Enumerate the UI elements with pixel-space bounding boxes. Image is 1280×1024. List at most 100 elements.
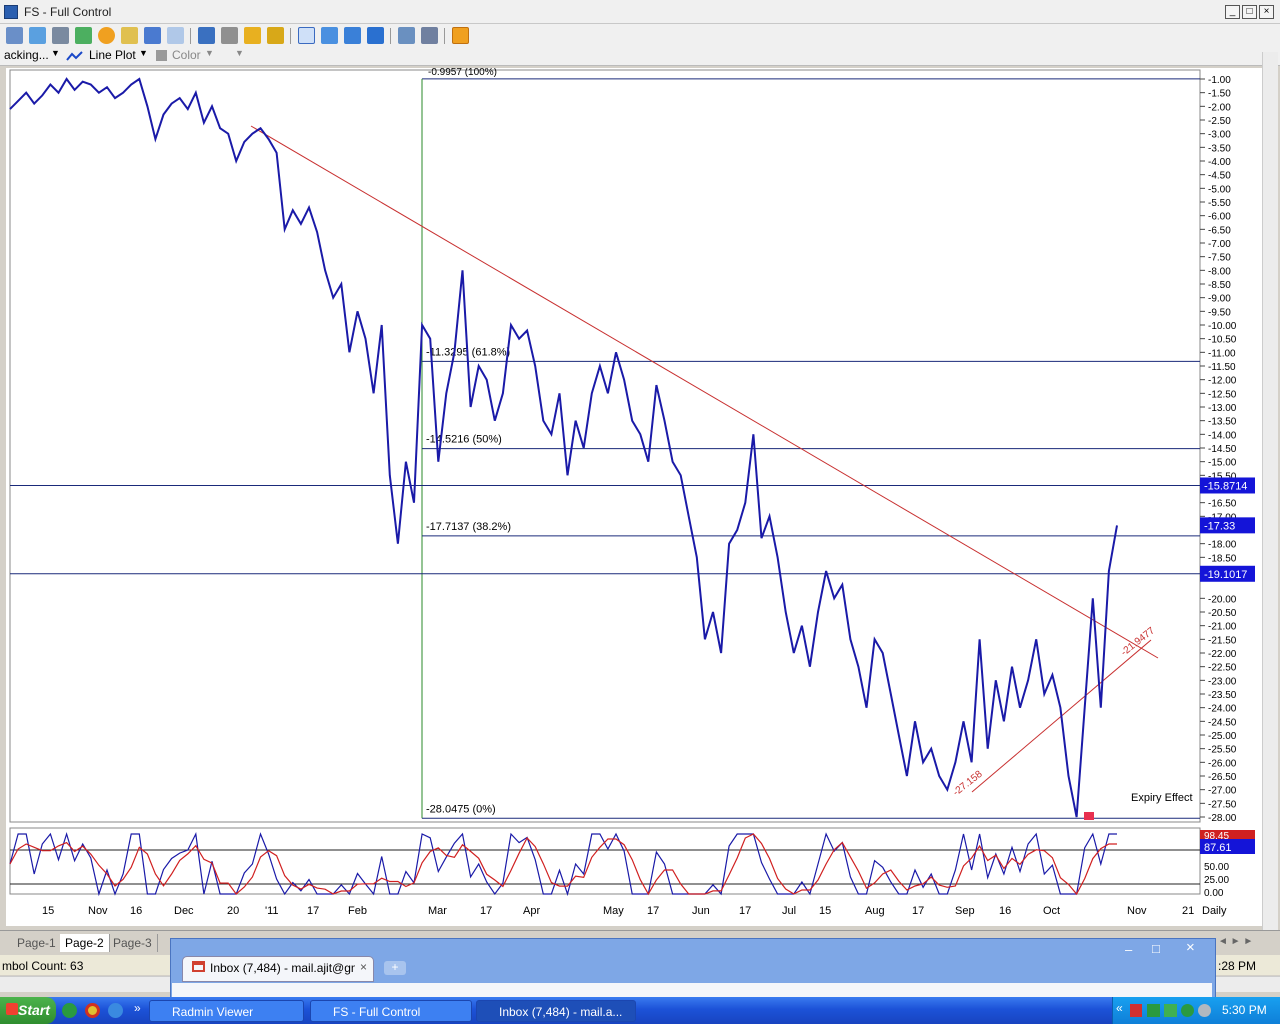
tab-page-1[interactable]: Page-1	[12, 934, 62, 952]
status-time: :28 PM	[1218, 959, 1257, 973]
price-tick-label: -14.50	[1208, 444, 1237, 455]
date-tick-label: Jul	[782, 905, 796, 917]
maximize-button[interactable]: □	[1242, 5, 1257, 19]
system-clock: 5:30 PM	[1222, 1003, 1267, 1017]
tray-expand-icon[interactable]: «	[1116, 1001, 1123, 1015]
price-tick-label: -2.00	[1208, 102, 1231, 113]
terminal-icon[interactable]	[52, 27, 69, 44]
browser-minimize-button[interactable]: –	[1125, 942, 1132, 957]
toolbar-separator	[290, 28, 291, 44]
cancel-icon[interactable]	[452, 27, 469, 44]
task-browser-inbox[interactable]: Inbox (7,484) - mail.a...	[476, 1000, 636, 1022]
price-badge-label: -15.8714	[1204, 480, 1247, 492]
price-tick-label: -25.00	[1208, 731, 1237, 742]
price-tick-label: -7.50	[1208, 253, 1231, 264]
chevron-down-icon[interactable]: ▼	[235, 48, 244, 58]
date-tick-label: May	[603, 905, 624, 917]
date-tick-label: Jun	[692, 905, 710, 917]
date-tick-label: 17	[480, 905, 492, 917]
task-fs-full-control[interactable]: FS - Full Control	[310, 1000, 472, 1022]
color-select[interactable]: Color	[172, 48, 201, 62]
panel-icon[interactable]	[344, 27, 361, 44]
price-tick-label: -8.50	[1208, 280, 1231, 291]
price-chart[interactable]: -0.9957 (100%)-11.3295 (61.8%)-14.5216 (…	[6, 67, 1264, 926]
fib-level-label: -17.7137 (38.2%)	[426, 521, 511, 533]
browser-close-button[interactable]: ×	[1186, 939, 1195, 956]
chrome-icon[interactable]	[85, 1003, 100, 1018]
toolbar-separator	[390, 28, 391, 44]
new-tab-button[interactable]: +	[384, 961, 406, 975]
price-tick-label: -6.50	[1208, 225, 1231, 236]
zoom-icon[interactable]	[321, 27, 338, 44]
price-tick-label: -4.50	[1208, 171, 1231, 182]
fit-icon[interactable]	[367, 27, 384, 44]
chevron-down-icon[interactable]: ▼	[51, 48, 60, 58]
symbol-combo[interactable]: acking...	[4, 48, 49, 62]
vertical-scrollbar[interactable]	[1262, 52, 1278, 932]
date-tick-label: 20	[227, 905, 239, 917]
alert-icon[interactable]	[121, 27, 138, 44]
window-title: FS - Full Control	[24, 5, 112, 19]
new-chart-icon[interactable]	[6, 27, 23, 44]
user-icon[interactable]	[198, 27, 215, 44]
fib-level-label: -28.0475 (0%)	[426, 803, 496, 815]
speaker-icon[interactable]	[1198, 1004, 1211, 1017]
layout-icon[interactable]	[298, 27, 315, 44]
phone-icon[interactable]	[144, 27, 161, 44]
price-tick-label: -27.50	[1208, 799, 1237, 810]
tab-page-3[interactable]: Page-3	[108, 934, 158, 952]
price-tick-label: -13.50	[1208, 417, 1237, 428]
ie-icon[interactable]	[108, 1003, 123, 1018]
price-tick-label: -7.00	[1208, 239, 1231, 250]
chart-area[interactable]: -0.9957 (100%) -11.3295 (61.8%) -14.5216 (…	[6, 67, 1264, 926]
tray-app-icon[interactable]	[1164, 1004, 1177, 1017]
date-tick-label: Nov	[1127, 905, 1147, 917]
price-axis: -1.00 -1.50 -2.00 -2.50 -3.00 -3.50 -4.00 -4.50…	[1200, 75, 1237, 824]
tab-page-2[interactable]: Page-2	[60, 934, 110, 952]
chevron-down-icon[interactable]: ▼	[205, 48, 214, 58]
copy-icon[interactable]	[398, 27, 415, 44]
price-tick-label: -21.00	[1208, 622, 1237, 633]
browser-maximize-button[interactable]: □	[1152, 941, 1160, 956]
clock-icon[interactable]	[98, 27, 115, 44]
tray-app-icon[interactable]	[1147, 1004, 1160, 1017]
chevron-down-icon[interactable]: ▼	[139, 48, 148, 58]
oscillator-tick: 50.00	[1204, 862, 1229, 873]
date-tick-label: '11	[265, 905, 279, 917]
unlock-icon[interactable]	[267, 27, 284, 44]
price-tick-label: -23.00	[1208, 676, 1237, 687]
price-tick-label: -24.50	[1208, 717, 1237, 728]
lock-icon[interactable]	[244, 27, 261, 44]
price-tick-label: -24.00	[1208, 704, 1237, 715]
minimize-button[interactable]: _	[1225, 5, 1240, 19]
tools-icon[interactable]	[421, 27, 438, 44]
price-tick-label: -20.50	[1208, 608, 1237, 619]
browser-address-bar[interactable]	[172, 983, 1212, 997]
tab-scroll-arrows[interactable]: ◄ ► ►	[1218, 936, 1253, 947]
quicklaunch-expand-icon[interactable]: »	[134, 1001, 141, 1015]
network-icon[interactable]	[221, 27, 238, 44]
tab-close-icon[interactable]: ×	[360, 960, 367, 974]
shield-icon[interactable]	[1130, 1004, 1142, 1017]
arrows-icon[interactable]	[75, 27, 92, 44]
plot-type-select[interactable]: Line Plot	[89, 48, 136, 62]
price-tick-label: -13.00	[1208, 403, 1237, 414]
task-radmin-viewer[interactable]: Radmin Viewer	[149, 1000, 304, 1022]
tray-app-icon[interactable]	[1181, 1004, 1194, 1017]
price-badge-label: -19.1017	[1204, 569, 1247, 581]
date-tick-label: Mar	[428, 905, 447, 917]
price-tick-label: -1.00	[1208, 75, 1231, 86]
price-tick-label: -21.50	[1208, 635, 1237, 646]
close-button[interactable]: ×	[1259, 5, 1274, 19]
app-icon	[4, 5, 18, 19]
period-label[interactable]: Daily	[1202, 905, 1227, 917]
window-icon[interactable]	[29, 27, 46, 44]
low-marker	[1084, 812, 1094, 820]
gmail-icon	[192, 961, 205, 972]
date-tick-label: 16	[130, 905, 142, 917]
message-icon[interactable]	[167, 27, 184, 44]
quicklaunch-icon[interactable]	[62, 1003, 77, 1018]
price-tick-label: -3.50	[1208, 143, 1231, 154]
toolbar-separator	[190, 28, 191, 44]
price-tick-label: -12.50	[1208, 389, 1237, 400]
